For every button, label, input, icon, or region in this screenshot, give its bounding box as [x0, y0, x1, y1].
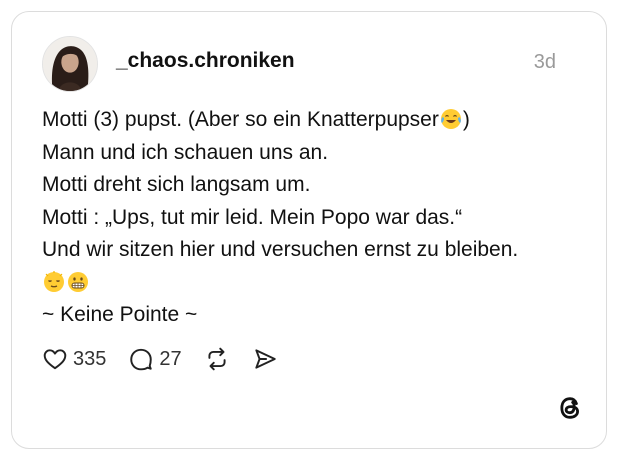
- heart-icon: [43, 349, 67, 370]
- reply-button[interactable]: 27: [128, 346, 182, 372]
- repost-button[interactable]: [204, 346, 230, 372]
- post-line-5: Und wir sitzen hier und versuchen ernst …: [42, 238, 519, 261]
- post-line-1-end: ): [462, 108, 470, 131]
- share-icon: [254, 349, 276, 369]
- post-line-7: ~ Keine Pointe ~: [42, 303, 198, 326]
- post-line-4: Motti : „Ups, tut mir leid. Mein Popo wa…: [42, 205, 463, 229]
- like-count: 335: [73, 347, 107, 370]
- post-line-3: Motti dreht sich langsam um.: [42, 173, 311, 196]
- like-button[interactable]: 335: [42, 346, 106, 372]
- avatar-image: [43, 37, 97, 91]
- action-bar: 335 27: [42, 344, 300, 374]
- reply-count: 27: [159, 347, 182, 370]
- tears-of-joy-emoji: [439, 107, 463, 131]
- post-line-1-text: Motti (3) pupst. (Aber so ein Knatterpup…: [42, 108, 439, 131]
- threads-logo-icon: [556, 394, 584, 422]
- comment-icon: [130, 348, 153, 371]
- repost-icon: [208, 347, 226, 371]
- share-button[interactable]: [252, 346, 278, 372]
- username[interactable]: _chaos.chroniken: [116, 49, 295, 73]
- post-line-6: [42, 267, 582, 300]
- post-line-1: Motti (3) pupst. (Aber so ein Knatterpup…: [42, 104, 582, 137]
- relieved-face-emoji: [42, 270, 66, 294]
- post-timestamp: 3d: [533, 51, 556, 73]
- post-body: Motti (3) pupst. (Aber so ein Knatterpup…: [42, 104, 582, 332]
- post-line-2: Mann und ich schauen uns an.: [42, 140, 329, 164]
- grimacing-face-emoji: [66, 270, 90, 294]
- avatar[interactable]: [42, 36, 98, 92]
